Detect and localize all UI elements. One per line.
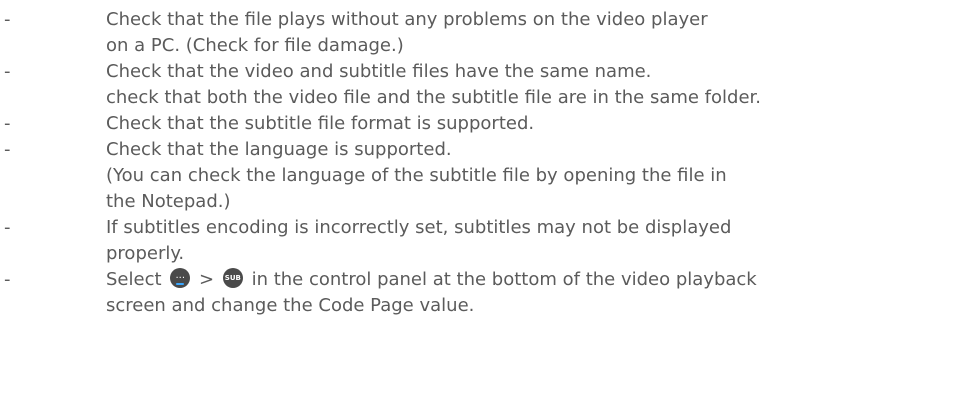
- bullet-dash: -: [4, 217, 11, 238]
- list-item-text: Check that the language is supported.: [106, 139, 452, 160]
- select-word: Select: [106, 269, 162, 290]
- list-item-text: Select ... > SUB in the control panel at…: [106, 267, 757, 293]
- list-item-text: properly.: [106, 243, 185, 264]
- bullet-dash: -: [4, 113, 11, 134]
- bullet-dash: -: [4, 61, 11, 82]
- more-options-underline: [176, 283, 185, 285]
- bullet-dash: -: [4, 139, 11, 160]
- list-item-text: screen and change the Code Page value.: [106, 295, 475, 316]
- more-options-dots: ...: [175, 270, 186, 281]
- troubleshooting-list: - Check that the file plays without any …: [0, 0, 979, 409]
- subtitle-icon: SUB: [222, 268, 243, 288]
- list-item-text: If subtitles encoding is incorrectly set…: [106, 217, 732, 238]
- select-instructions: in the control panel at the bottom of th…: [251, 269, 757, 290]
- menu-separator: >: [199, 269, 215, 290]
- list-item-text: on a PC. (Check for file damage.): [106, 35, 404, 56]
- list-item-text: Check that the subtitle file format is s…: [106, 113, 535, 134]
- bullet-dash: -: [4, 269, 11, 290]
- bullet-dash: -: [4, 9, 11, 30]
- list-item-text: the Notepad.): [106, 191, 231, 212]
- list-item-text: Check that the file plays without any pr…: [106, 9, 708, 30]
- list-item-text: check that both the video file and the s…: [106, 87, 761, 108]
- list-item-text: Check that the video and subtitle files …: [106, 61, 652, 82]
- subtitle-icon-label: SUB: [224, 274, 241, 282]
- more-options-icon: ...: [170, 268, 191, 288]
- list-item-text: (You can check the language of the subti…: [106, 165, 727, 186]
